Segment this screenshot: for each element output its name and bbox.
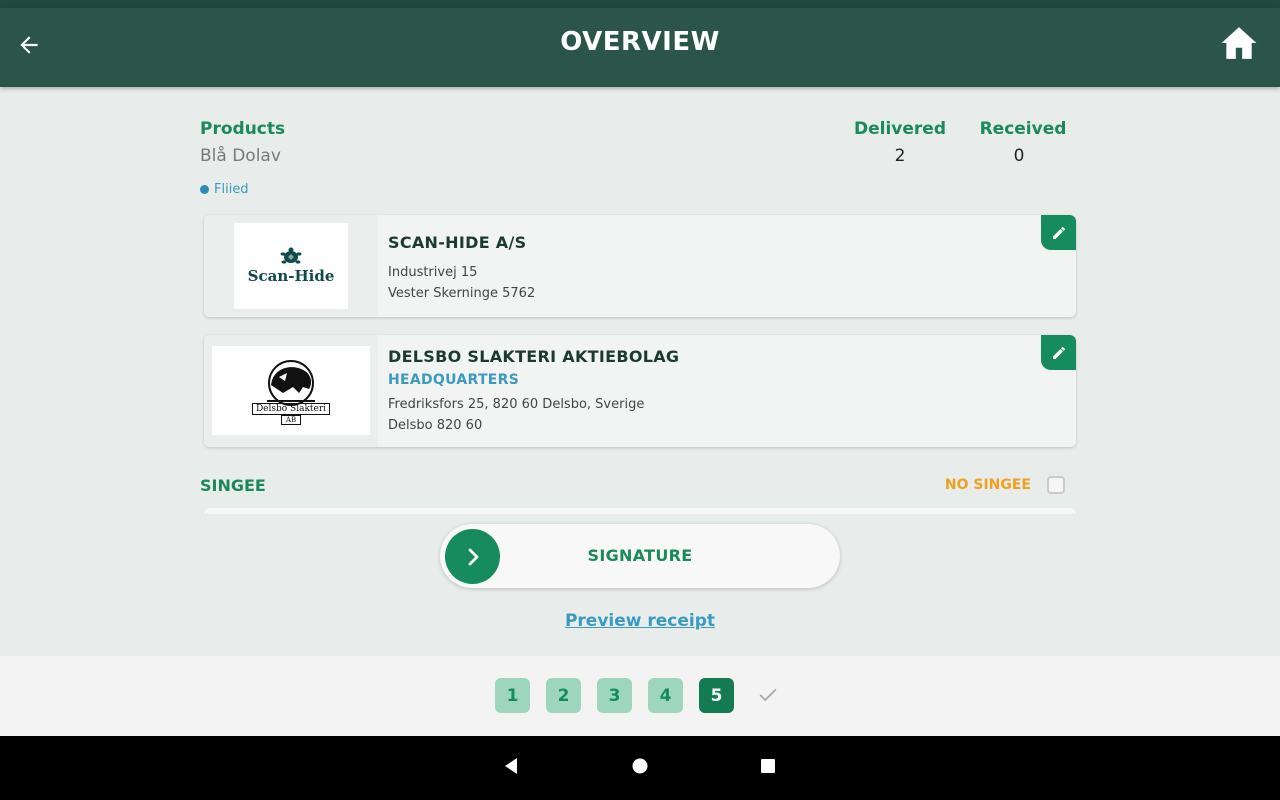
globe-bull-icon xyxy=(267,359,315,406)
singee-list xyxy=(204,508,1076,514)
triangle-back-icon xyxy=(505,758,517,774)
step-4[interactable]: 4 xyxy=(648,678,683,713)
delsbo-logo-text: Delsbo Slakteri xyxy=(251,402,331,415)
edit-button[interactable] xyxy=(1041,215,1076,250)
preview-receipt-row: Preview receipt xyxy=(0,611,1280,631)
pencil-icon xyxy=(1052,226,1065,239)
page-title: OVERVIEW xyxy=(560,27,720,57)
no-singee-checkbox[interactable] xyxy=(1047,476,1065,494)
scan-hide-logo-text: Scan-Hide xyxy=(247,267,335,285)
system-nav-bar xyxy=(0,736,1280,800)
company-name: SCAN-HIDE A/S xyxy=(388,233,527,252)
received-value: 0 xyxy=(1013,146,1025,166)
status-indicator: Fliied xyxy=(200,182,249,197)
company-card-scan-hide: Scan-Hide SCAN-HIDE A/S Industrivej 15 V… xyxy=(204,215,1076,317)
signature-slider[interactable]: SIGNATURE xyxy=(440,524,840,588)
step-3[interactable]: 3 xyxy=(597,678,632,713)
nav-recents-button[interactable] xyxy=(753,751,783,781)
address-line-2: Vester Skerninge 5762 xyxy=(388,286,536,301)
edit-button[interactable] xyxy=(1041,335,1076,370)
received-label: Received xyxy=(979,119,1067,139)
delsbo-logo: Delsbo Slakteri AB xyxy=(212,346,370,435)
company-info: DELSBO SLAKTERI AKTIEBOLAG HEADQUARTERS … xyxy=(388,347,1036,436)
scan-hide-logo: Scan-Hide xyxy=(234,223,348,309)
logo-area: Delsbo Slakteri AB xyxy=(204,335,378,447)
pencil-icon xyxy=(1052,346,1065,359)
address-line-1: Fredriksfors 25, 820 60 Delsbo, Sverige xyxy=(388,397,645,412)
home-button[interactable] xyxy=(1220,25,1258,61)
home-icon xyxy=(1221,27,1257,59)
no-singee-label: NO SINGEE xyxy=(944,477,1031,493)
delivered-value: 2 xyxy=(894,146,906,166)
nav-home-button[interactable] xyxy=(625,751,655,781)
delsbo-logo-subtext: AB xyxy=(280,414,302,425)
status-bar xyxy=(0,0,1280,8)
step-2[interactable]: 2 xyxy=(546,678,581,713)
address-line-2: Delsbo 820 60 xyxy=(388,418,483,433)
status-label: Fliied xyxy=(214,182,249,197)
step-1[interactable]: 1 xyxy=(495,678,530,713)
preview-receipt-link[interactable]: Preview receipt xyxy=(565,611,715,631)
circle-home-icon xyxy=(632,758,648,774)
step-indicator: 1 2 3 4 5 xyxy=(0,656,1280,736)
step-5[interactable]: 5 xyxy=(699,678,734,713)
products-value: Blå Dolav xyxy=(200,146,281,166)
checkmark-icon xyxy=(759,689,777,701)
address-line-1: Industrivej 15 xyxy=(388,265,478,280)
delivered-label: Delivered xyxy=(854,119,946,139)
company-name: DELSBO SLAKTERI AKTIEBOLAG xyxy=(388,347,680,366)
app-bar: OVERVIEW xyxy=(0,8,1280,87)
company-info: SCAN-HIDE A/S Industrivej 15 Vester Sker… xyxy=(388,233,1036,304)
turtle-icon xyxy=(280,247,302,264)
nav-back-button[interactable] xyxy=(496,751,526,781)
products-label: Products xyxy=(200,119,286,139)
company-subtitle: HEADQUARTERS xyxy=(388,372,520,388)
company-card-delsbo: Delsbo Slakteri AB DELSBO SLAKTERI AKTIE… xyxy=(204,335,1076,447)
singee-label: SINGEE xyxy=(200,476,266,495)
status-dot-icon xyxy=(200,185,209,194)
square-recents-icon xyxy=(761,759,775,773)
logo-area: Scan-Hide xyxy=(204,215,378,317)
signature-label: SIGNATURE xyxy=(587,546,693,565)
